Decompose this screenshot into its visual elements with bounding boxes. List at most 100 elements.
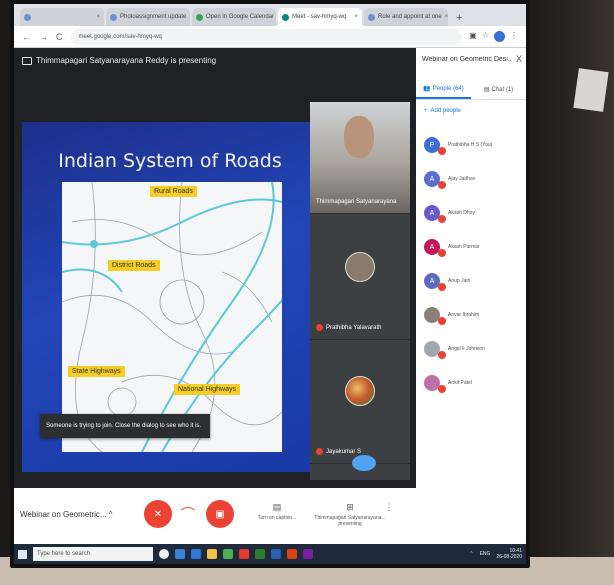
- toast-text: Someone is trying to join. Close the dia…: [46, 423, 202, 429]
- system-tray: ⌃ ENG 10:41 26-08-2020: [469, 548, 522, 560]
- participant-avatar: [424, 307, 446, 325]
- participant-list-item[interactable]: A Ajay Jadhav: [416, 162, 526, 196]
- close-tab-icon[interactable]: ×: [354, 14, 358, 20]
- windows-start-icon[interactable]: [18, 549, 27, 559]
- captions-icon: ▤: [272, 502, 282, 512]
- hang-up-icon: ⌒: [181, 506, 195, 522]
- tab-favicon-icon: [368, 13, 375, 21]
- mic-off-icon: [438, 385, 446, 393]
- captions-button[interactable]: ▤ Turn on caption...: [248, 502, 306, 521]
- close-tab-icon[interactable]: ×: [96, 14, 100, 20]
- participant-avatar: A: [424, 273, 446, 291]
- label-rural-roads: Rural Roads: [150, 186, 197, 197]
- clock[interactable]: 10:41 26-08-2020: [496, 548, 522, 560]
- camera-off-icon: ▣: [215, 508, 225, 520]
- browser-tab-2[interactable]: Photoassignment update×: [106, 8, 190, 26]
- chevron-up-icon: ^: [108, 510, 113, 519]
- profile-avatar[interactable]: [494, 31, 505, 42]
- mic-toggle-button[interactable]: ✕: [144, 500, 172, 528]
- add-person-icon: +: [424, 108, 428, 114]
- meet-stage: Thimmapagari Satyanarayana Reddy is pres…: [14, 48, 526, 488]
- participant-name: Anup Jain: [448, 278, 471, 284]
- background-wall-right: [522, 0, 614, 585]
- chrome-icon[interactable]: [239, 549, 249, 559]
- mic-off-icon: [438, 249, 446, 257]
- presenting-banner: Thimmapagari Satyanarayana Reddy is pres…: [22, 56, 216, 65]
- participant-avatar: [345, 252, 375, 282]
- participant-tile[interactable]: Thimmapagari Satyanarayana: [310, 102, 410, 214]
- participant-name: Ajay Jadhav: [448, 176, 476, 182]
- presenting-button[interactable]: ⊞ Thimmapagari Satyanarayana... presentin…: [314, 502, 386, 527]
- add-people-button[interactable]: + Add people: [424, 108, 461, 114]
- presenting-text: Thimmapagari Satyanarayana Reddy is pres…: [36, 56, 217, 65]
- join-request-toast[interactable]: Someone is trying to join. Close the dia…: [40, 414, 210, 438]
- label-state-highways: State Highways: [68, 366, 125, 377]
- new-tab-button[interactable]: +: [456, 12, 462, 24]
- participant-name: Akash Dhoy: [448, 210, 475, 216]
- people-list: P Prathibha H S (You) A Ajay Jadhav A Akash D…: [416, 128, 526, 400]
- url-text: meet.google.com/sav-hmyq-wq: [78, 33, 162, 40]
- file-explorer-icon[interactable]: [207, 549, 217, 559]
- participant-list-item[interactable]: P Prathibha H S (You): [416, 128, 526, 162]
- present-screen-icon: [22, 56, 32, 65]
- word-icon[interactable]: [271, 549, 281, 559]
- mic-off-icon: [438, 317, 446, 325]
- meet-favicon-icon: [282, 13, 289, 21]
- participant-list-item[interactable]: Ankit Patel: [416, 366, 526, 400]
- participant-list-item[interactable]: A Akash Parmar: [416, 230, 526, 264]
- close-tab-icon[interactable]: ×: [445, 14, 448, 20]
- meeting-details-button[interactable]: Webinar on Geometric... ^: [20, 510, 113, 519]
- excel-icon[interactable]: [255, 549, 265, 559]
- screen: × Photoassignment update× Open in Google…: [14, 4, 526, 564]
- participant-initial: A: [429, 277, 435, 285]
- menu-dots-icon[interactable]: ⋮: [510, 31, 518, 42]
- network-icon[interactable]: ⌃: [469, 551, 473, 557]
- camera-status-icon[interactable]: ▣: [469, 31, 477, 42]
- participant-tile[interactable]: Prathibha Yalavarath: [310, 228, 410, 340]
- bookmark-star-icon[interactable]: ☆: [482, 31, 489, 42]
- back-button[interactable]: ←: [22, 32, 31, 42]
- participant-list-item[interactable]: A Akash Dhoy: [416, 196, 526, 230]
- taskbar-search[interactable]: Type here to search: [33, 547, 153, 561]
- tab-chat[interactable]: ▤ Chat (1): [471, 80, 526, 99]
- language-indicator[interactable]: ENG: [480, 551, 491, 557]
- edge-icon[interactable]: [191, 549, 201, 559]
- leave-call-button[interactable]: ⌒: [174, 500, 202, 528]
- app-icon[interactable]: [303, 549, 313, 559]
- participant-name: Akash Parmar: [448, 244, 480, 250]
- participant-list-item[interactable]: Angel k Johnson: [416, 332, 526, 366]
- panel-tabs: 👥 People (64) ▤ Chat (1): [416, 80, 526, 100]
- tab-people[interactable]: 👥 People (64): [416, 80, 471, 99]
- tab-favicon-icon: [24, 13, 31, 21]
- participant-list-item[interactable]: Anvar Ibrahim: [416, 298, 526, 332]
- participant-name: Prathibha Yalavarath: [316, 324, 381, 331]
- task-view-icon[interactable]: [175, 549, 185, 559]
- participant-name: Prathibha H S (You): [448, 142, 493, 148]
- participant-tiles: Thimmapagari Satyanarayana Prathibha Yal…: [310, 102, 410, 480]
- participant-initial: A: [429, 209, 435, 217]
- participant-avatar: [345, 376, 375, 406]
- browser-tab-3[interactable]: Open in Google Calendar×: [192, 8, 276, 26]
- road-map-drawing: [62, 182, 282, 452]
- address-bar[interactable]: meet.google.com/sav-hmyq-wq: [70, 28, 462, 45]
- cortana-icon[interactable]: [159, 549, 169, 559]
- forward-button[interactable]: →: [39, 32, 48, 42]
- close-panel-button[interactable]: X: [516, 54, 522, 64]
- participant-tile[interactable]: Jayakumar S: [310, 352, 410, 471]
- participant-name: Anvar Ibrahim: [448, 312, 480, 318]
- browser-tab-1[interactable]: ×: [20, 8, 104, 26]
- browser-tab-5[interactable]: Role and appoint at one ×: [364, 8, 448, 26]
- camera-toggle-button[interactable]: ▣: [206, 500, 234, 528]
- store-icon[interactable]: [223, 549, 233, 559]
- reload-button[interactable]: C: [56, 32, 63, 42]
- participant-initial: P: [429, 141, 435, 149]
- tab-favicon-icon: [196, 13, 203, 21]
- browser-tab-meet[interactable]: Meet - sav-hmyq-wq ×: [278, 8, 362, 26]
- os-taskbar: Type here to search ⌃ ENG 10:41 26-08-20…: [14, 544, 526, 564]
- participant-avatar: P: [424, 137, 446, 155]
- browser-tab-strip: × Photoassignment update× Open in Google…: [14, 4, 526, 26]
- powerpoint-icon[interactable]: [287, 549, 297, 559]
- participant-list-item[interactable]: A Anup Jain: [416, 264, 526, 298]
- close-tab-icon[interactable]: ×: [189, 14, 190, 20]
- more-options-button[interactable]: ⋮: [382, 502, 396, 513]
